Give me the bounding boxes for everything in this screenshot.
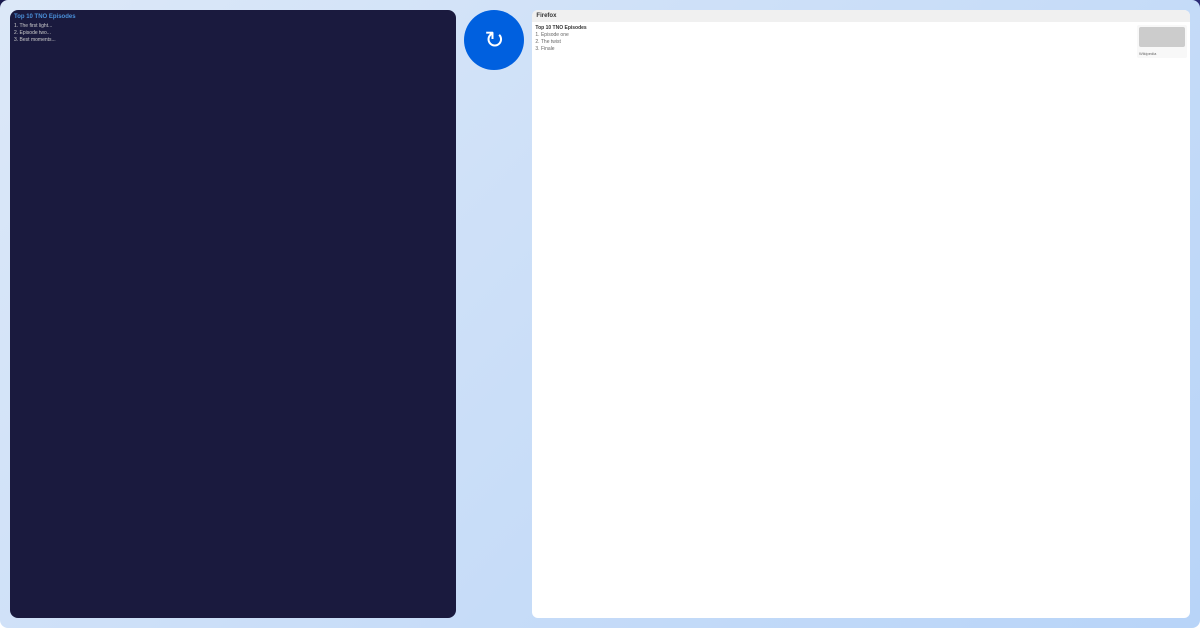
main-content: Firefox Test Pilot Side View In [0,0,1200,628]
right-main: Android / Firefox Notes by Firefox is a … [816,52,1200,628]
right-panel: Firefox Test Pilot Notes Get the App [600,0,1200,628]
right-body: Notes Get the App Install Test Pilot & E… [601,52,1200,628]
desktop-mockup-2: Firefox Top 10 TNO Episodes 1. Episode o… [835,413,1181,593]
right-phone-screenshot2: Top 10 TNO Episodes 1. The first light..… [835,413,1181,593]
